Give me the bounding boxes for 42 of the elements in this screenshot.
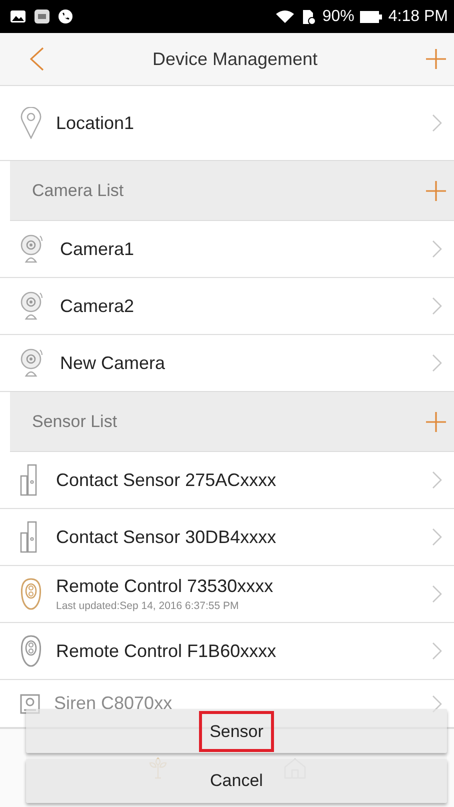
chevron-right-icon (432, 240, 442, 258)
section-title: Camera List (32, 180, 124, 200)
clock-time: 4:18 PM (388, 8, 448, 26)
app-icon (34, 9, 50, 24)
chevron-right-icon (432, 471, 442, 489)
camera-name: Camera1 (60, 238, 136, 260)
location-pin-icon (20, 107, 42, 139)
camera-row[interactable]: Camera1 (0, 221, 454, 278)
camera-row[interactable]: Camera2 (0, 278, 454, 335)
last-updated-text: Last updated:Sep 14, 2016 6:37:55 PM (56, 600, 240, 612)
location-name: Location1 (56, 112, 136, 134)
battery-percentage: 90% (322, 8, 354, 26)
back-icon[interactable] (30, 47, 44, 71)
sensor-option-button[interactable]: Sensor (26, 709, 447, 753)
sensor-name: Remote Control 73530xxxx (56, 576, 274, 597)
add-icon[interactable] (426, 180, 446, 200)
sensor-row[interactable]: Remote Control F1B60xxxx (0, 623, 454, 680)
sim-card-icon (301, 8, 316, 24)
chevron-right-icon (432, 528, 442, 546)
wifi-icon (275, 9, 296, 24)
sensor-name: Remote Control F1B60xxxx (56, 640, 278, 662)
cancel-button[interactable]: Cancel (26, 759, 447, 803)
camera-name: New Camera (60, 352, 166, 374)
image-icon (10, 10, 26, 23)
add-icon[interactable] (426, 412, 446, 432)
camera-name: Camera2 (60, 296, 136, 316)
chevron-right-icon (432, 694, 442, 712)
chevron-right-icon (432, 114, 442, 132)
chevron-right-icon (432, 585, 442, 603)
battery-icon (360, 10, 382, 22)
sensor-row[interactable]: Contact Sensor 30DB4xxxx (0, 509, 454, 566)
page-title: Device Management (151, 48, 319, 70)
phone-icon (58, 9, 73, 24)
sensor-row[interactable]: Contact Sensor 275ACxxxx (0, 452, 454, 509)
add-icon[interactable] (426, 49, 446, 69)
sensor-name: Contact Sensor 275ACxxxx (56, 470, 278, 490)
chevron-right-icon (432, 297, 442, 315)
chevron-right-icon (432, 354, 442, 372)
section-title: Sensor List (32, 412, 118, 432)
chevron-right-icon (432, 642, 442, 660)
sensor-name: Contact Sensor 30DB4xxxx (56, 526, 278, 548)
sensor-row[interactable]: Remote Control 73530xxxx Last updated:Sep 14, 2016 6:37:55 PM (0, 566, 454, 623)
